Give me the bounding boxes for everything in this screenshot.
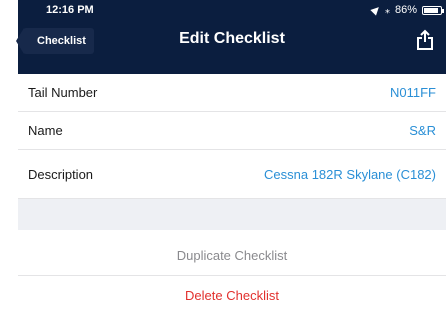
navigation-bar: Checklist Edit Checklist xyxy=(16,22,446,72)
location-icon xyxy=(370,4,382,16)
battery-tip xyxy=(442,8,444,13)
field-label: Description xyxy=(28,166,94,182)
field-row-tail-number[interactable]: Tail Number N011FF xyxy=(18,74,446,112)
edit-checklist-screen: 12:16 PM ⁎ 86% Checklist Edit Checklist xyxy=(16,0,446,314)
field-label: Name xyxy=(28,123,63,138)
back-button[interactable]: Checklist xyxy=(16,28,94,54)
section-divider xyxy=(18,199,446,230)
field-row-name[interactable]: Name S&R xyxy=(18,112,446,150)
bluetooth-icon: ⁎ xyxy=(384,4,390,16)
share-icon xyxy=(417,29,433,50)
status-bar: 12:16 PM ⁎ 86% xyxy=(18,0,446,20)
delete-checklist-button[interactable]: Delete Checklist xyxy=(18,276,446,314)
field-label: Tail Number xyxy=(28,85,98,100)
battery-percent: 86% xyxy=(394,4,417,16)
field-value[interactable]: S&R xyxy=(409,123,436,138)
header: 12:16 PM ⁎ 86% Checklist Edit Checklist xyxy=(16,0,446,74)
share-button[interactable] xyxy=(414,28,436,52)
battery-level xyxy=(424,7,438,13)
field-value[interactable]: Cessna 182R Skylane (C182) xyxy=(264,167,436,182)
status-time: 12:16 PM xyxy=(46,4,94,16)
field-row-description[interactable]: Description Cessna 182R Skylane (C182) xyxy=(18,150,446,199)
field-value[interactable]: N011FF xyxy=(390,85,436,100)
status-indicators: ⁎ 86% xyxy=(370,4,444,16)
battery-icon xyxy=(422,5,444,15)
duplicate-checklist-button[interactable]: Duplicate Checklist xyxy=(18,236,446,276)
